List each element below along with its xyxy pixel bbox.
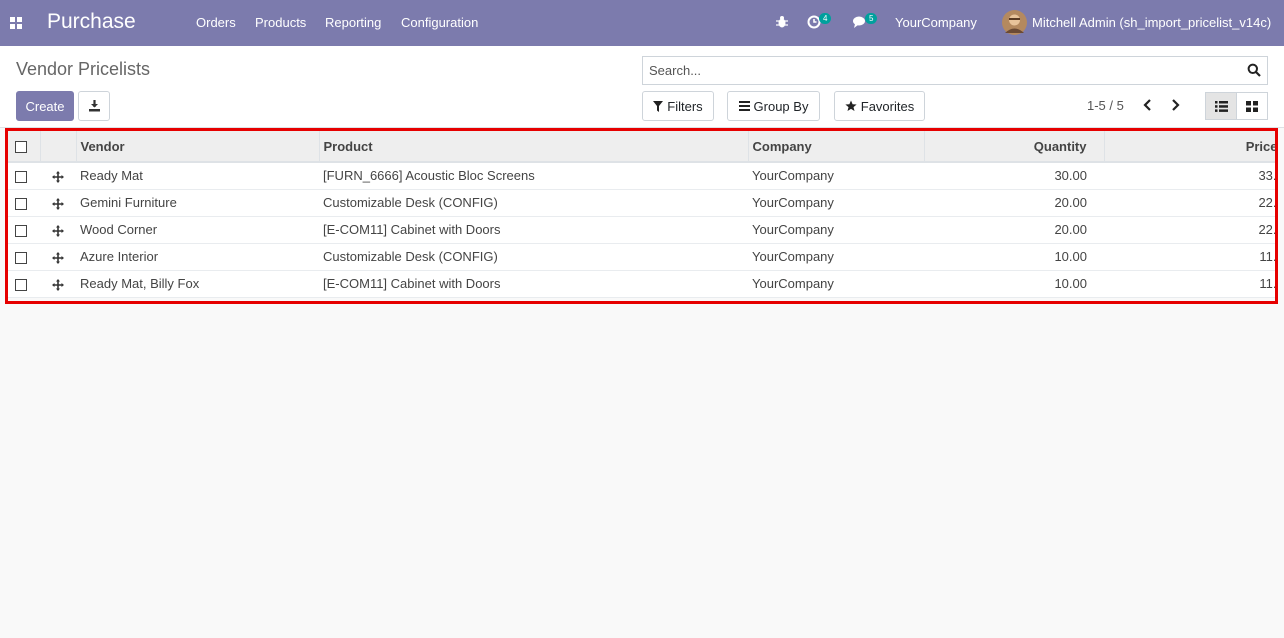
drag-handle-icon[interactable] <box>52 278 64 291</box>
create-button[interactable]: Create <box>16 91 74 121</box>
group-by-label: Group By <box>753 98 809 114</box>
cell-price: 33.00 <box>1104 162 1275 190</box>
cell-company: YourCompany <box>748 162 924 190</box>
menu-configuration[interactable]: Configuration <box>401 15 478 30</box>
select-all-checkbox[interactable] <box>15 141 27 154</box>
table-header-row: Vendor Product Company Quantity Price <box>8 131 1275 163</box>
page-title: Vendor Pricelists <box>16 59 151 79</box>
cell-product: [E-COM11] Cabinet with Doors <box>319 216 748 244</box>
drag-handle-icon[interactable] <box>52 170 64 183</box>
select-all-cell <box>8 131 41 163</box>
cell-vendor: Gemini Furniture <box>76 189 319 217</box>
cell-vendor: Wood Corner <box>76 216 319 244</box>
kanban-view-button[interactable] <box>1236 92 1268 120</box>
search-icon[interactable] <box>1247 63 1261 77</box>
menu-orders[interactable]: Orders <box>196 15 236 30</box>
user-avatar[interactable] <box>1002 10 1027 35</box>
cell-vendor: Ready Mat <box>76 162 319 190</box>
column-price[interactable]: Price <box>1104 131 1275 163</box>
row-checkbox[interactable] <box>15 170 27 183</box>
chevron-left-icon[interactable] <box>1141 98 1155 112</box>
table-row[interactable]: Wood Corner [E-COM11] Cabinet with Doors… <box>8 216 1275 244</box>
table-row[interactable]: Ready Mat [FURN_6666] Acoustic Bloc Scre… <box>8 162 1275 190</box>
kanban-view-icon <box>1246 100 1258 112</box>
cell-company: YourCompany <box>748 189 924 217</box>
cell-company: YourCompany <box>748 270 924 298</box>
cell-company: YourCompany <box>748 243 924 271</box>
cell-product: Customizable Desk (CONFIG) <box>319 243 748 271</box>
favorites-button[interactable]: Favorites <box>834 91 925 121</box>
menu-reporting[interactable]: Reporting <box>325 15 381 30</box>
search-bar <box>642 56 1268 85</box>
cell-price: 11.00 <box>1104 243 1275 271</box>
handle-header <box>40 131 77 163</box>
cell-product: [E-COM11] Cabinet with Doors <box>319 270 748 298</box>
list-view-button[interactable] <box>1205 92 1237 120</box>
cell-vendor: Azure Interior <box>76 243 319 271</box>
group-by-icon <box>738 101 750 111</box>
cell-product: Customizable Desk (CONFIG) <box>319 189 748 217</box>
pricelist-table-highlight: Vendor Product Company Quantity Price Re… <box>5 128 1278 304</box>
menu-products[interactable]: Products <box>255 15 306 30</box>
search-input[interactable] <box>643 57 1243 84</box>
cell-quantity: 10.00 <box>924 270 1104 298</box>
favorites-label: Favorites <box>860 98 915 114</box>
column-quantity[interactable]: Quantity <box>924 131 1105 163</box>
drag-handle-icon[interactable] <box>52 197 64 210</box>
row-checkbox[interactable] <box>15 278 27 291</box>
column-vendor[interactable]: Vendor <box>76 131 320 163</box>
activity-count-badge: 4 <box>819 13 832 24</box>
group-by-button[interactable]: Group By <box>727 91 820 121</box>
filters-label: Filters <box>667 98 703 114</box>
row-checkbox[interactable] <box>15 251 27 264</box>
row-checkbox[interactable] <box>15 197 27 210</box>
table-row[interactable]: Azure Interior Customizable Desk (CONFIG… <box>8 243 1275 271</box>
cell-product: [FURN_6666] Acoustic Bloc Screens <box>319 162 748 190</box>
filter-icon <box>653 100 664 112</box>
drag-handle-icon[interactable] <box>52 224 64 237</box>
cell-quantity: 20.00 <box>924 216 1104 244</box>
cell-price: 11.00 <box>1104 270 1275 298</box>
user-menu[interactable]: Mitchell Admin (sh_import_pricelist_v14c… <box>1032 15 1271 30</box>
pricelist-table: Vendor Product Company Quantity Price Re… <box>8 131 1275 298</box>
company-switcher[interactable]: YourCompany <box>895 15 977 30</box>
cell-vendor: Ready Mat, Billy Fox <box>76 270 319 298</box>
table-row[interactable]: Gemini Furniture Customizable Desk (CONF… <box>8 189 1275 217</box>
cell-company: YourCompany <box>748 216 924 244</box>
cell-quantity: 10.00 <box>924 243 1104 271</box>
cell-price: 22.00 <box>1104 216 1275 244</box>
app-name[interactable]: Purchase <box>47 10 136 34</box>
list-view-icon <box>1214 100 1228 112</box>
cell-price: 22.00 <box>1104 189 1275 217</box>
debug-icon[interactable] <box>775 15 789 29</box>
star-icon <box>845 100 857 111</box>
column-product[interactable]: Product <box>319 131 749 163</box>
chevron-right-icon[interactable] <box>1168 98 1182 112</box>
cell-quantity: 20.00 <box>924 189 1104 217</box>
column-company[interactable]: Company <box>748 131 925 163</box>
cell-quantity: 30.00 <box>924 162 1104 190</box>
filters-button[interactable]: Filters <box>642 91 714 121</box>
table-row[interactable]: Ready Mat, Billy Fox [E-COM11] Cabinet w… <box>8 270 1275 298</box>
drag-handle-icon[interactable] <box>52 251 64 264</box>
control-panel: Vendor Pricelists Create Filters Group B… <box>0 46 1284 128</box>
download-icon <box>89 100 100 112</box>
row-checkbox[interactable] <box>15 224 27 237</box>
apps-menu-icon[interactable] <box>10 17 22 29</box>
download-button[interactable] <box>78 91 110 121</box>
pager-value[interactable]: 1-5 / 5 <box>1087 98 1124 113</box>
message-count-badge: 5 <box>865 13 878 24</box>
top-navbar: Purchase Orders Products Reporting Confi… <box>0 0 1284 46</box>
